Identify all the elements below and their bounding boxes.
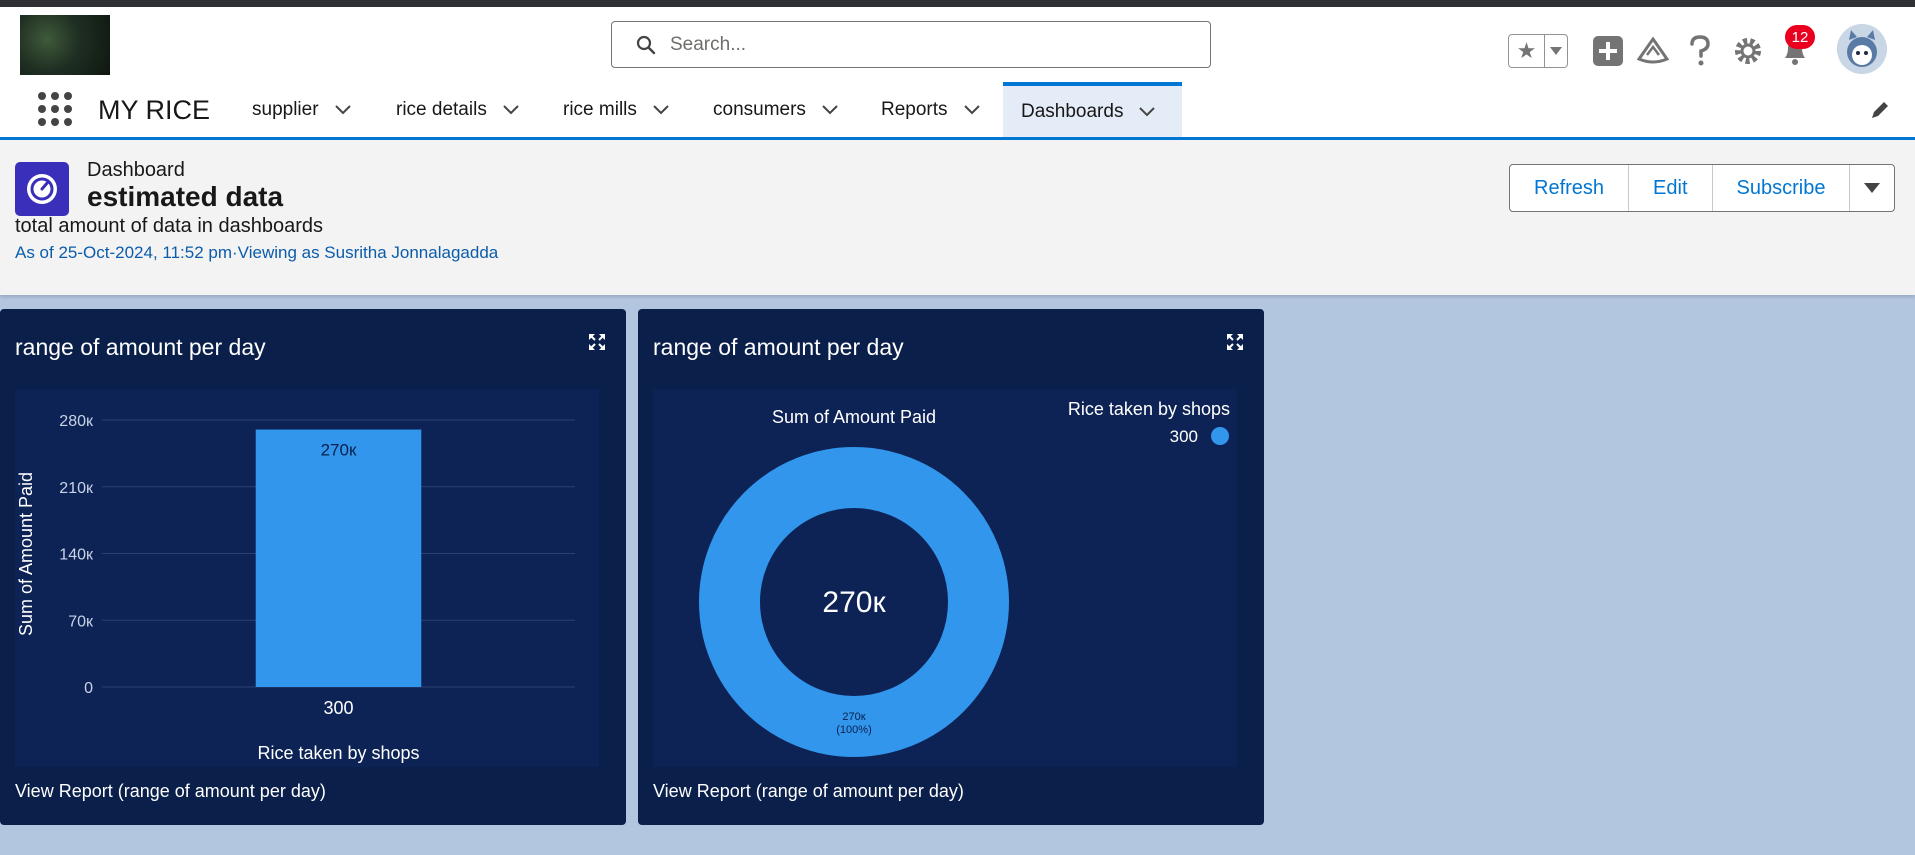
donut-center-label: 270к bbox=[822, 586, 886, 619]
view-report-link[interactable]: View Report (range of amount per day) bbox=[653, 781, 964, 802]
view-report-link[interactable]: View Report (range of amount per day) bbox=[15, 781, 326, 802]
legend-item: 300 bbox=[1170, 427, 1198, 446]
more-actions-button[interactable] bbox=[1850, 165, 1894, 211]
search-placeholder: Search... bbox=[670, 33, 747, 55]
search-icon bbox=[636, 35, 656, 54]
expand-icon[interactable] bbox=[588, 333, 606, 351]
global-search-input[interactable]: Search... bbox=[611, 21, 1211, 68]
subscribe-button[interactable]: Subscribe bbox=[1713, 165, 1851, 211]
bar-chart: 0 70к 140к 210к 280к 270к 300 Rice taken by sho… bbox=[16, 413, 575, 763]
widget-title: range of amount per day bbox=[15, 334, 266, 360]
slice-value-label: 270к bbox=[842, 711, 865, 723]
y-tick-label: 280к bbox=[59, 413, 94, 430]
app-navigation-bar: MY RICE supplier rice details rice mills… bbox=[0, 82, 1915, 140]
favorites-dropdown-icon[interactable] bbox=[1545, 35, 1567, 67]
tab-label: supplier bbox=[252, 98, 319, 120]
tab-supplier[interactable]: supplier bbox=[252, 82, 351, 137]
bar-chart-area: 0 70к 140к 210к 280к 270к 300 Rice taken by sho… bbox=[15, 389, 599, 767]
y-tick-label: 210к bbox=[59, 480, 94, 497]
global-header: Search... ★ 12 bbox=[0, 7, 1915, 82]
tab-reports[interactable]: Reports bbox=[881, 82, 980, 137]
add-icon[interactable] bbox=[1591, 34, 1625, 68]
chevron-down-icon[interactable] bbox=[653, 104, 669, 115]
tab-label: consumers bbox=[713, 98, 806, 120]
dashboard-header: Dashboard estimated data total amount of… bbox=[0, 140, 1915, 295]
tab-label: rice mills bbox=[563, 98, 637, 120]
y-tick-label: 140к bbox=[59, 547, 94, 564]
edit-button[interactable]: Edit bbox=[1629, 165, 1713, 211]
org-logo[interactable] bbox=[20, 15, 110, 75]
x-axis-label: Rice taken by shops bbox=[257, 743, 419, 763]
chevron-down-icon[interactable] bbox=[963, 104, 980, 115]
y-tick-label: 70к bbox=[68, 613, 94, 630]
chevron-down-icon[interactable] bbox=[822, 104, 838, 115]
widget-title: range of amount per day bbox=[653, 334, 904, 360]
dashboard-type-label: Dashboard bbox=[87, 159, 185, 181]
chevron-down-icon bbox=[1864, 183, 1881, 193]
dashboard-widget-donut: range of amount per day Sum of Amount Pa… bbox=[638, 309, 1264, 825]
tab-label: Reports bbox=[881, 98, 948, 120]
expand-icon[interactable] bbox=[1226, 333, 1244, 351]
donut-chart-area: Sum of Amount Paid 270к 270к (100%) Rice tak… bbox=[653, 389, 1237, 767]
tab-label: Dashboards bbox=[1021, 100, 1124, 122]
tab-rice-details[interactable]: rice details bbox=[396, 82, 519, 137]
settings-icon[interactable] bbox=[1731, 34, 1765, 68]
chevron-down-icon[interactable] bbox=[503, 104, 519, 115]
dashboard-actions: Refresh Edit Subscribe bbox=[1509, 164, 1896, 212]
legend-swatch bbox=[1211, 427, 1229, 445]
tab-rice-mills[interactable]: rice mills bbox=[563, 82, 669, 137]
tab-label: rice details bbox=[396, 98, 487, 120]
tab-dashboards[interactable]: Dashboards bbox=[1003, 82, 1182, 137]
bar-value-label: 270к bbox=[321, 441, 357, 460]
edit-nav-pencil-icon[interactable] bbox=[1870, 100, 1890, 120]
trailhead-icon[interactable] bbox=[1636, 34, 1670, 68]
notification-badge: 12 bbox=[1785, 25, 1815, 49]
chevron-down-icon[interactable] bbox=[1139, 106, 1156, 117]
chart-title: Sum of Amount Paid bbox=[772, 407, 936, 427]
bar bbox=[255, 429, 422, 687]
x-tick-label: 300 bbox=[323, 698, 353, 718]
donut-chart: Sum of Amount Paid270к270к(100%)Rice tak… bbox=[699, 399, 1230, 757]
user-avatar[interactable] bbox=[1837, 24, 1887, 74]
favorites-button[interactable]: ★ bbox=[1508, 34, 1568, 68]
page-title: estimated data bbox=[87, 181, 284, 212]
dashboard-description: total amount of data in dashboards bbox=[15, 215, 323, 237]
y-tick-label: 0 bbox=[84, 680, 93, 697]
y-axis-label: Sum of Amount Paid bbox=[16, 472, 36, 636]
help-icon[interactable] bbox=[1683, 34, 1717, 68]
dashboard-gauge-icon bbox=[15, 162, 69, 216]
star-icon[interactable]: ★ bbox=[1509, 35, 1545, 67]
slice-percent-label: (100%) bbox=[836, 724, 871, 736]
legend-title: Rice taken by shops bbox=[1068, 399, 1230, 419]
dashboard-widget-bar: range of amount per day 0 70к 140к 210к 280к… bbox=[0, 309, 626, 825]
refresh-button[interactable]: Refresh bbox=[1510, 165, 1630, 211]
browser-top-strip bbox=[0, 0, 1915, 7]
chevron-down-icon[interactable] bbox=[334, 104, 351, 115]
tab-consumers[interactable]: consumers bbox=[713, 82, 838, 137]
app-launcher-icon[interactable] bbox=[38, 92, 72, 126]
app-name: MY RICE bbox=[98, 95, 211, 125]
dashboard-meta: As of 25-Oct-2024, 11:52 pm·Viewing as S… bbox=[15, 243, 499, 262]
